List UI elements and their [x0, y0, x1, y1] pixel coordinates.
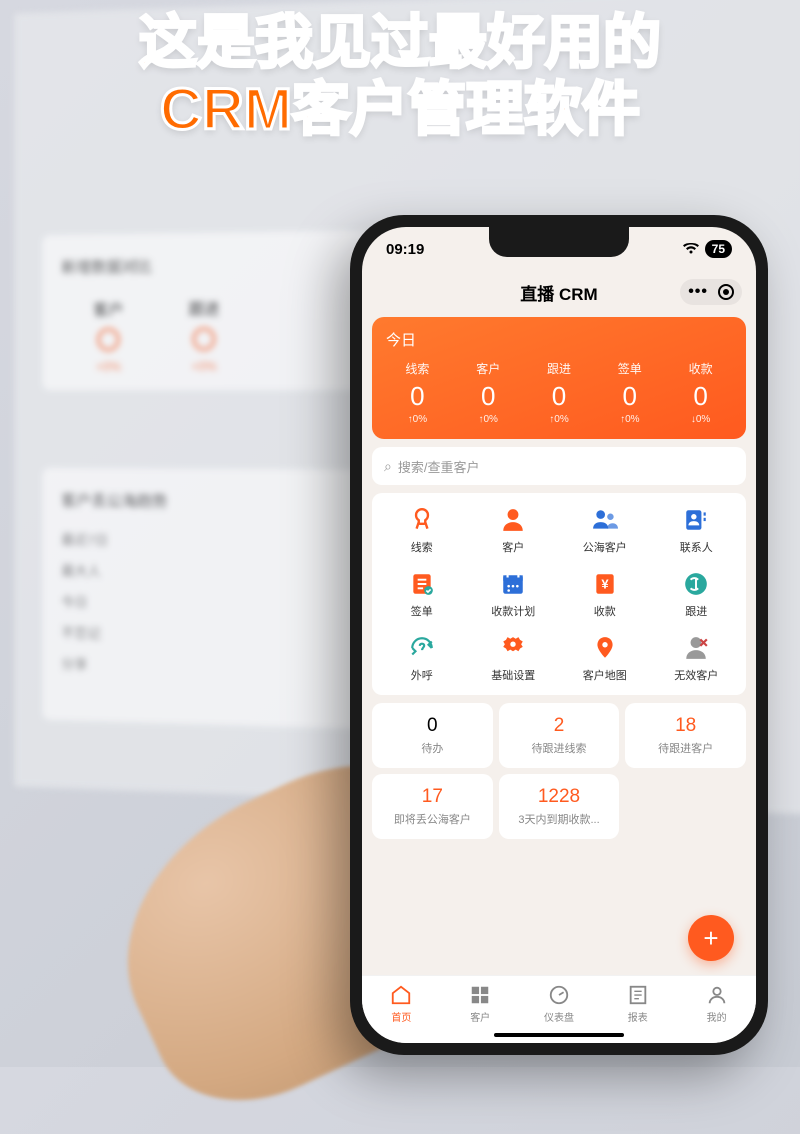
app-title: 直播 CRM — [520, 280, 597, 305]
grid-item-order[interactable]: 签单 — [378, 569, 466, 619]
call-icon — [407, 633, 437, 663]
svg-text:¥: ¥ — [601, 576, 609, 591]
miniapp-actions[interactable]: ••• — [680, 279, 742, 305]
tab-3[interactable]: 报表 — [598, 984, 677, 1024]
grid-item-settings[interactable]: 基础设置 — [470, 633, 558, 683]
summary-tiles: 0待办2待跟进线索18待跟进客户 17即将丢公海客户12283天内到期收款... — [372, 703, 746, 839]
tab-2[interactable]: 仪表盘 — [520, 984, 599, 1024]
plan-icon — [498, 569, 528, 599]
tab-icon-3 — [627, 984, 649, 1006]
hero-stat-4[interactable]: 收款0↓0% — [665, 360, 736, 425]
grid-item-call[interactable]: 外呼 — [378, 633, 466, 683]
contact-icon — [681, 505, 711, 535]
tile-2[interactable]: 18待跟进客户 — [625, 703, 746, 768]
title-bar: 直播 CRM ••• — [362, 271, 756, 313]
tab-icon-0 — [390, 984, 412, 1006]
tab-icon-2 — [548, 984, 570, 1006]
search-icon: ⌕ — [384, 458, 392, 475]
grid-item-lead[interactable]: 线索 — [378, 505, 466, 555]
bg-stats-card: 新增数据对比 客户+0% 跟进+0% — [42, 230, 370, 390]
follow-icon — [681, 569, 711, 599]
bg-list-card: 客户丢公海趋势 最近7日 最大人 今日 不忘记 分享 — [42, 468, 370, 729]
today-hero-card: 今日 线索0↑0%客户0↑0%跟进0↑0%签单0↑0%收款0↓0% — [372, 317, 746, 439]
search-placeholder: 搜索/查重客户 — [398, 457, 480, 476]
feature-grid: 线索客户公海客户联系人签单收款计划¥收款跟进外呼基础设置客户地图无效客户 — [372, 493, 746, 695]
more-icon[interactable]: ••• — [688, 283, 708, 301]
status-time: 09:19 — [386, 241, 424, 258]
hero-stat-1[interactable]: 客户0↑0% — [453, 360, 524, 425]
promo-headline: 这是我见过最好用的 CRM客户管理软件 — [0, 10, 800, 143]
tile-0[interactable]: 0待办 — [372, 703, 493, 768]
phone-frame: 09:19 75 直播 CRM ••• 今日 线索0↑0%客户0↑0%跟进0↑0… — [350, 215, 768, 1055]
map-icon — [590, 633, 620, 663]
grid-item-invalid[interactable]: 无效客户 — [653, 633, 741, 683]
grid-item-payment[interactable]: ¥收款 — [561, 569, 649, 619]
phone-screen: 09:19 75 直播 CRM ••• 今日 线索0↑0%客户0↑0%跟进0↑0… — [362, 227, 756, 1043]
home-indicator — [494, 1033, 624, 1037]
hero-stat-0[interactable]: 线索0↑0% — [382, 360, 453, 425]
customer-icon — [498, 505, 528, 535]
bg-card-title: 新增数据对比 — [61, 251, 350, 278]
today-label: 今日 — [382, 329, 736, 350]
payment-icon: ¥ — [590, 569, 620, 599]
grid-item-map[interactable]: 客户地图 — [561, 633, 649, 683]
tile-1[interactable]: 2待跟进线索 — [499, 703, 620, 768]
wifi-icon — [683, 243, 699, 255]
hero-stat-2[interactable]: 跟进0↑0% — [524, 360, 595, 425]
phone-notch — [489, 227, 629, 257]
grid-item-pool[interactable]: 公海客户 — [561, 505, 649, 555]
tile-3[interactable]: 17即将丢公海客户 — [372, 774, 493, 839]
add-button[interactable]: + — [688, 915, 734, 961]
search-input[interactable]: ⌕ 搜索/查重客户 — [372, 447, 746, 485]
bg-card-title: 客户丢公海趋势 — [61, 487, 350, 513]
close-miniapp-icon[interactable] — [718, 284, 734, 300]
lead-icon — [407, 505, 437, 535]
invalid-icon — [681, 633, 711, 663]
grid-item-plan[interactable]: 收款计划 — [470, 569, 558, 619]
tab-4[interactable]: 我的 — [677, 984, 756, 1024]
battery-indicator: 75 — [705, 240, 732, 258]
tab-0[interactable]: 首页 — [362, 984, 441, 1024]
tab-icon-4 — [706, 984, 728, 1006]
settings-icon — [498, 633, 528, 663]
pool-icon — [590, 505, 620, 535]
hero-stat-3[interactable]: 签单0↑0% — [594, 360, 665, 425]
order-icon — [407, 569, 437, 599]
tab-icon-1 — [469, 984, 491, 1006]
grid-item-contact[interactable]: 联系人 — [653, 505, 741, 555]
tile-4[interactable]: 12283天内到期收款... — [499, 774, 620, 839]
tab-1[interactable]: 客户 — [441, 984, 520, 1024]
grid-item-customer[interactable]: 客户 — [470, 505, 558, 555]
grid-item-follow[interactable]: 跟进 — [653, 569, 741, 619]
